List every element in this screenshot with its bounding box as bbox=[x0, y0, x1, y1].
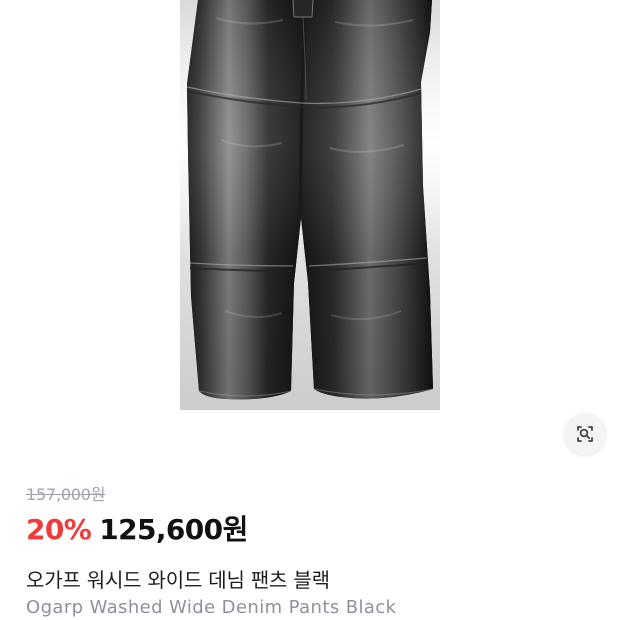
product-name-korean: 오가프 워시드 와이드 데님 팬츠 블랙 bbox=[26, 568, 330, 592]
denim-pants-image bbox=[180, 0, 440, 410]
sale-price: 125,600원 bbox=[99, 513, 248, 546]
visual-search-button[interactable] bbox=[564, 413, 606, 455]
product-name-english: Ogarp Washed Wide Denim Pants Black bbox=[26, 597, 397, 618]
discount-rate: 20% bbox=[26, 513, 92, 546]
product-image[interactable] bbox=[0, 0, 620, 470]
product-detail-page: 157,000원 20% 125,600원 오가프 워시드 와이드 데님 팬츠 … bbox=[0, 0, 620, 620]
original-price: 157,000원 bbox=[26, 485, 106, 504]
current-price-row: 20% 125,600원 bbox=[26, 513, 596, 547]
price-section: 157,000원 20% 125,600원 bbox=[26, 485, 596, 547]
visual-search-icon bbox=[577, 426, 593, 442]
product-name-section: 오가프 워시드 와이드 데님 팬츠 블랙 Ogarp Washed Wide D… bbox=[26, 566, 596, 620]
